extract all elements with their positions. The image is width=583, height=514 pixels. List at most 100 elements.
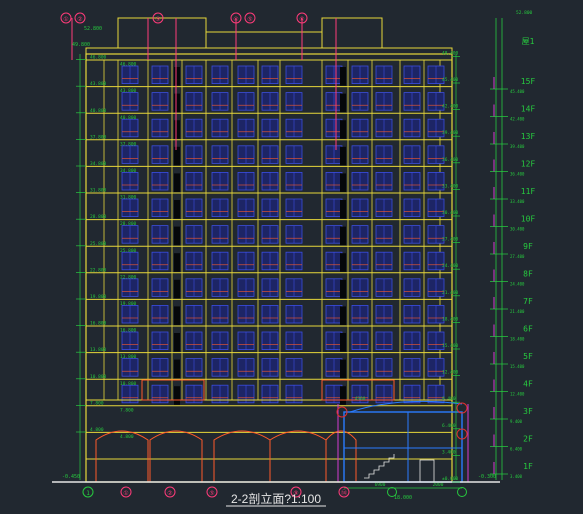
section-detail: 18.000 6900 2000 4300 [336, 396, 469, 501]
stair-shaft [340, 333, 346, 352]
roof-floor-label: 屋1 [522, 37, 535, 46]
floor-label: 15F [521, 77, 536, 86]
elevation-label: 10.800 [90, 374, 107, 380]
elevation-label-inner: 4.800 [120, 434, 134, 440]
elevation-label: 27.400 [442, 237, 459, 243]
roof-tower-left [117, 17, 207, 49]
axis-bubble-label: ④ [233, 16, 238, 23]
section-dim-total: 18.000 [394, 495, 412, 501]
elevation-label-inner: 19.800 [120, 301, 137, 307]
floor-elevation: 30.400 [510, 227, 525, 232]
elevation-label: 4.800 [90, 427, 104, 433]
stair-shaft [340, 279, 346, 299]
elevation-label: 19.800 [90, 294, 107, 300]
floor-label: 12F [521, 160, 536, 169]
stair-shaft [340, 146, 346, 166]
stair-shaft [340, 359, 346, 379]
section-door [419, 459, 435, 483]
elevation-label: 9.400 [442, 396, 456, 402]
podium-arch [149, 430, 203, 482]
elevation-drawing: 1F3.4002F6.4003F9.4004F12.4005F15.4006F1… [52, 10, 535, 507]
floor-label: 14F [521, 105, 536, 114]
stair-shaft [174, 226, 180, 246]
axis-bubble-label: ⑥ [299, 16, 304, 23]
floor-label: 5F [523, 352, 533, 361]
floor-label: 2F [523, 435, 533, 444]
cad-drawing-canvas: 1F 3.400 2F 6.400 3F 9.400 4F 12.400 5F 15.400 6F 1… [0, 0, 583, 510]
floor-elevation: 6.400 [510, 447, 523, 452]
elevation-label: 22.800 [90, 267, 107, 273]
floor-label: 7F [523, 297, 533, 306]
elevation-label: 42.400 [442, 104, 459, 110]
elevation-label-inner: 43.800 [120, 88, 137, 94]
stair-shaft [174, 173, 180, 192]
axis-bubble-label: ① [63, 16, 68, 23]
floor-elevation: 3.400 [510, 474, 523, 479]
stair-shaft [340, 93, 346, 113]
floor-label: 11F [521, 187, 536, 196]
elevation-label: 15.400 [442, 343, 459, 349]
elevation-label: 45.400 [442, 77, 459, 83]
elevation-label-inner: 7.800 [120, 407, 134, 413]
stair-shaft [174, 200, 180, 219]
elevation-label-inner: 22.800 [120, 274, 137, 280]
section-dim-a: 6900 [375, 482, 386, 488]
section-axis-bubble [387, 487, 397, 497]
scale-top-label: 52.800 [516, 10, 533, 16]
section-dim-b: 2000 [433, 482, 444, 488]
floor-elevation: 18.400 [510, 337, 525, 342]
stair-shaft [340, 120, 346, 139]
elevation-label-inner: 40.800 [120, 115, 137, 121]
axis-bubble-label: ② [167, 490, 172, 497]
elevation-label: 33.400 [442, 183, 459, 189]
stair-shaft [340, 200, 346, 219]
elevation-label-inner: 16.800 [120, 328, 137, 334]
elevation-label-inner: 10.800 [120, 381, 137, 387]
roof-level-label: 49.800 [72, 42, 90, 48]
elevation-label: 16.800 [90, 321, 107, 327]
axis-bubble-label: ⑤ [247, 16, 252, 23]
floor-label: 13F [521, 132, 536, 141]
elevation-label: 48.400 [442, 50, 459, 56]
stair-shaft [174, 253, 180, 272]
elevation-label: 3.400 [442, 449, 456, 455]
stair-shaft [174, 306, 180, 325]
floor-scale-column: 1F3.400 2F6.400 3F9.400 4F 12.400 5F 15.400 6F 1… [490, 10, 535, 480]
elevation-label: 13.800 [90, 347, 107, 353]
axis-bubble-label: ② [77, 16, 82, 23]
axis-bubble-label: 1 [86, 490, 90, 497]
stair-shaft [340, 226, 346, 246]
floor-label: 3F [523, 407, 533, 416]
elevation-right-ground: -0.300 [478, 474, 496, 480]
elevation-label: 43.800 [90, 81, 107, 87]
floor-elevation: 36.400 [510, 172, 525, 177]
elevation-label: 31.800 [90, 188, 107, 194]
floor-elevation: 33.400 [510, 199, 525, 204]
section-axis-bubble [457, 487, 467, 497]
elevation-label-inner: 28.800 [120, 221, 137, 227]
roof-mid [205, 31, 323, 49]
axis-bubble-label: ① [123, 490, 128, 497]
roof-parapet [85, 47, 453, 55]
elevation-label: 46.800 [90, 55, 107, 61]
floor-label: 10F [521, 215, 536, 224]
floor-elevation: 45.400 [510, 89, 525, 94]
section-outline [343, 411, 463, 483]
elevation-label: 18.400 [442, 316, 459, 322]
elevation-label: 21.400 [442, 290, 459, 296]
elevation-label: 12.400 [442, 370, 459, 376]
stair-shaft [174, 359, 180, 379]
elevation-label-inner: 25.800 [120, 248, 137, 254]
elevation-label: 24.400 [442, 263, 459, 269]
stair-shaft [174, 386, 180, 405]
elevation-label: ±0.000 [442, 476, 459, 482]
stair-shaft [340, 306, 346, 325]
stair-shaft [340, 386, 346, 405]
elevation-label-inner: 37.800 [120, 141, 137, 147]
floor-elevation: 12.400 [510, 392, 525, 397]
stair-shaft [340, 67, 346, 86]
elevation-label: 30.400 [442, 210, 459, 216]
floor-label: 4F [523, 380, 533, 389]
section-dim-c: 4300 [355, 396, 366, 402]
stair-shaft [174, 93, 180, 113]
